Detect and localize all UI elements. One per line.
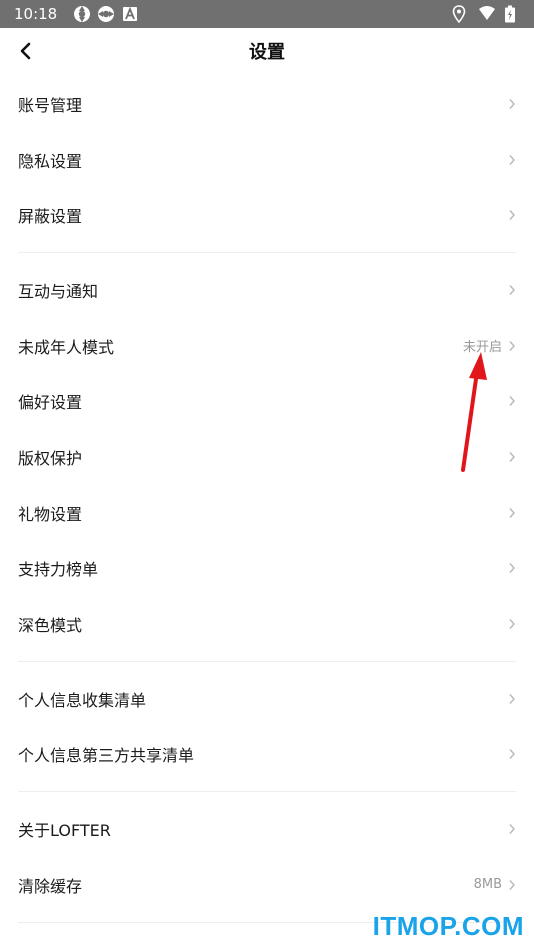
settings-item-minor-mode[interactable]: 未成年人模式 未开启 xyxy=(0,318,534,374)
back-button[interactable] xyxy=(12,37,38,65)
settings-item-support-ranking[interactable]: 支持力榜单 xyxy=(0,541,534,597)
settings-item-label: 未成年人模式 xyxy=(18,337,115,357)
settings-item-third-party-sharing[interactable]: 个人信息第三方共享清单 xyxy=(0,727,534,783)
chevron-right-icon xyxy=(509,879,515,890)
chevron-right-icon xyxy=(509,284,515,295)
app-a-icon xyxy=(121,5,139,23)
status-time: 10:18 xyxy=(14,5,58,23)
settings-item-personal-info-list[interactable]: 个人信息收集清单 xyxy=(0,671,534,727)
settings-item-label: 支持力榜单 xyxy=(18,560,99,580)
chevron-right-icon xyxy=(509,619,515,629)
settings-item-clear-cache[interactable]: 清除缓存 8MB xyxy=(0,857,534,913)
group-divider xyxy=(18,252,516,254)
group-divider xyxy=(18,791,516,793)
chevron-right-icon xyxy=(509,452,515,462)
settings-item-gifts[interactable]: 礼物设置 xyxy=(0,485,534,541)
battery-icon xyxy=(504,5,522,23)
cache-size: 8MB xyxy=(473,877,502,893)
chevron-right-icon xyxy=(509,824,515,835)
settings-list: 账号管理 隐私设置 屏蔽设置 互动与通知 未成年人模式 未开启 偏好设置 版权保… xyxy=(0,76,534,932)
group-divider xyxy=(18,660,516,662)
settings-item-label: 隐私设置 xyxy=(18,151,83,171)
settings-item-label: 关于LOFTER xyxy=(18,821,111,841)
settings-item-label: 账号管理 xyxy=(18,95,83,115)
settings-item-label: 清除缓存 xyxy=(18,876,83,896)
settings-item-label: 屏蔽设置 xyxy=(18,207,83,227)
chevron-right-icon xyxy=(509,693,515,704)
sync-icon xyxy=(73,5,91,23)
settings-item-label: 个人信息收集清单 xyxy=(18,690,147,710)
settings-item-privacy[interactable]: 隐私设置 xyxy=(0,132,534,188)
chevron-right-icon xyxy=(509,210,515,221)
settings-item-dark-mode[interactable]: 深色模式 xyxy=(0,596,534,652)
settings-item-notifications[interactable]: 互动与通知 xyxy=(0,262,534,318)
settings-item-label: 深色模式 xyxy=(18,616,83,636)
wifi-icon xyxy=(478,5,496,23)
settings-item-label: 互动与通知 xyxy=(18,281,99,301)
chevron-right-icon xyxy=(509,507,515,518)
status-right xyxy=(452,5,522,24)
minor-mode-status: 未开启 xyxy=(462,340,502,356)
chevron-right-icon xyxy=(509,98,515,109)
chevron-right-icon xyxy=(509,563,515,574)
settings-item-about[interactable]: 关于LOFTER xyxy=(0,801,534,857)
chevron-left-icon xyxy=(20,42,31,60)
watermark: ITMOP.COM xyxy=(372,911,524,941)
status-bar: 10:18 xyxy=(0,0,534,28)
settings-item-label: 版权保护 xyxy=(18,448,83,468)
status-left: 10:18 xyxy=(14,5,139,23)
settings-item-label: 礼物设置 xyxy=(18,504,83,524)
chevron-right-icon xyxy=(509,340,515,351)
chevron-right-icon xyxy=(509,154,515,165)
chevron-right-icon xyxy=(509,749,515,760)
settings-item-preferences[interactable]: 偏好设置 xyxy=(0,373,534,429)
settings-item-label: 个人信息第三方共享清单 xyxy=(18,746,195,766)
location-icon xyxy=(452,5,470,24)
settings-item-account[interactable]: 账号管理 xyxy=(0,76,534,132)
settings-item-label: 偏好设置 xyxy=(18,393,83,413)
page-title: 设置 xyxy=(249,42,285,63)
settings-item-copyright[interactable]: 版权保护 xyxy=(0,429,534,485)
sync-icon xyxy=(97,5,115,23)
settings-item-block[interactable]: 屏蔽设置 xyxy=(0,187,534,243)
chevron-right-icon xyxy=(509,396,515,407)
nav-header: 设置 xyxy=(0,28,534,74)
